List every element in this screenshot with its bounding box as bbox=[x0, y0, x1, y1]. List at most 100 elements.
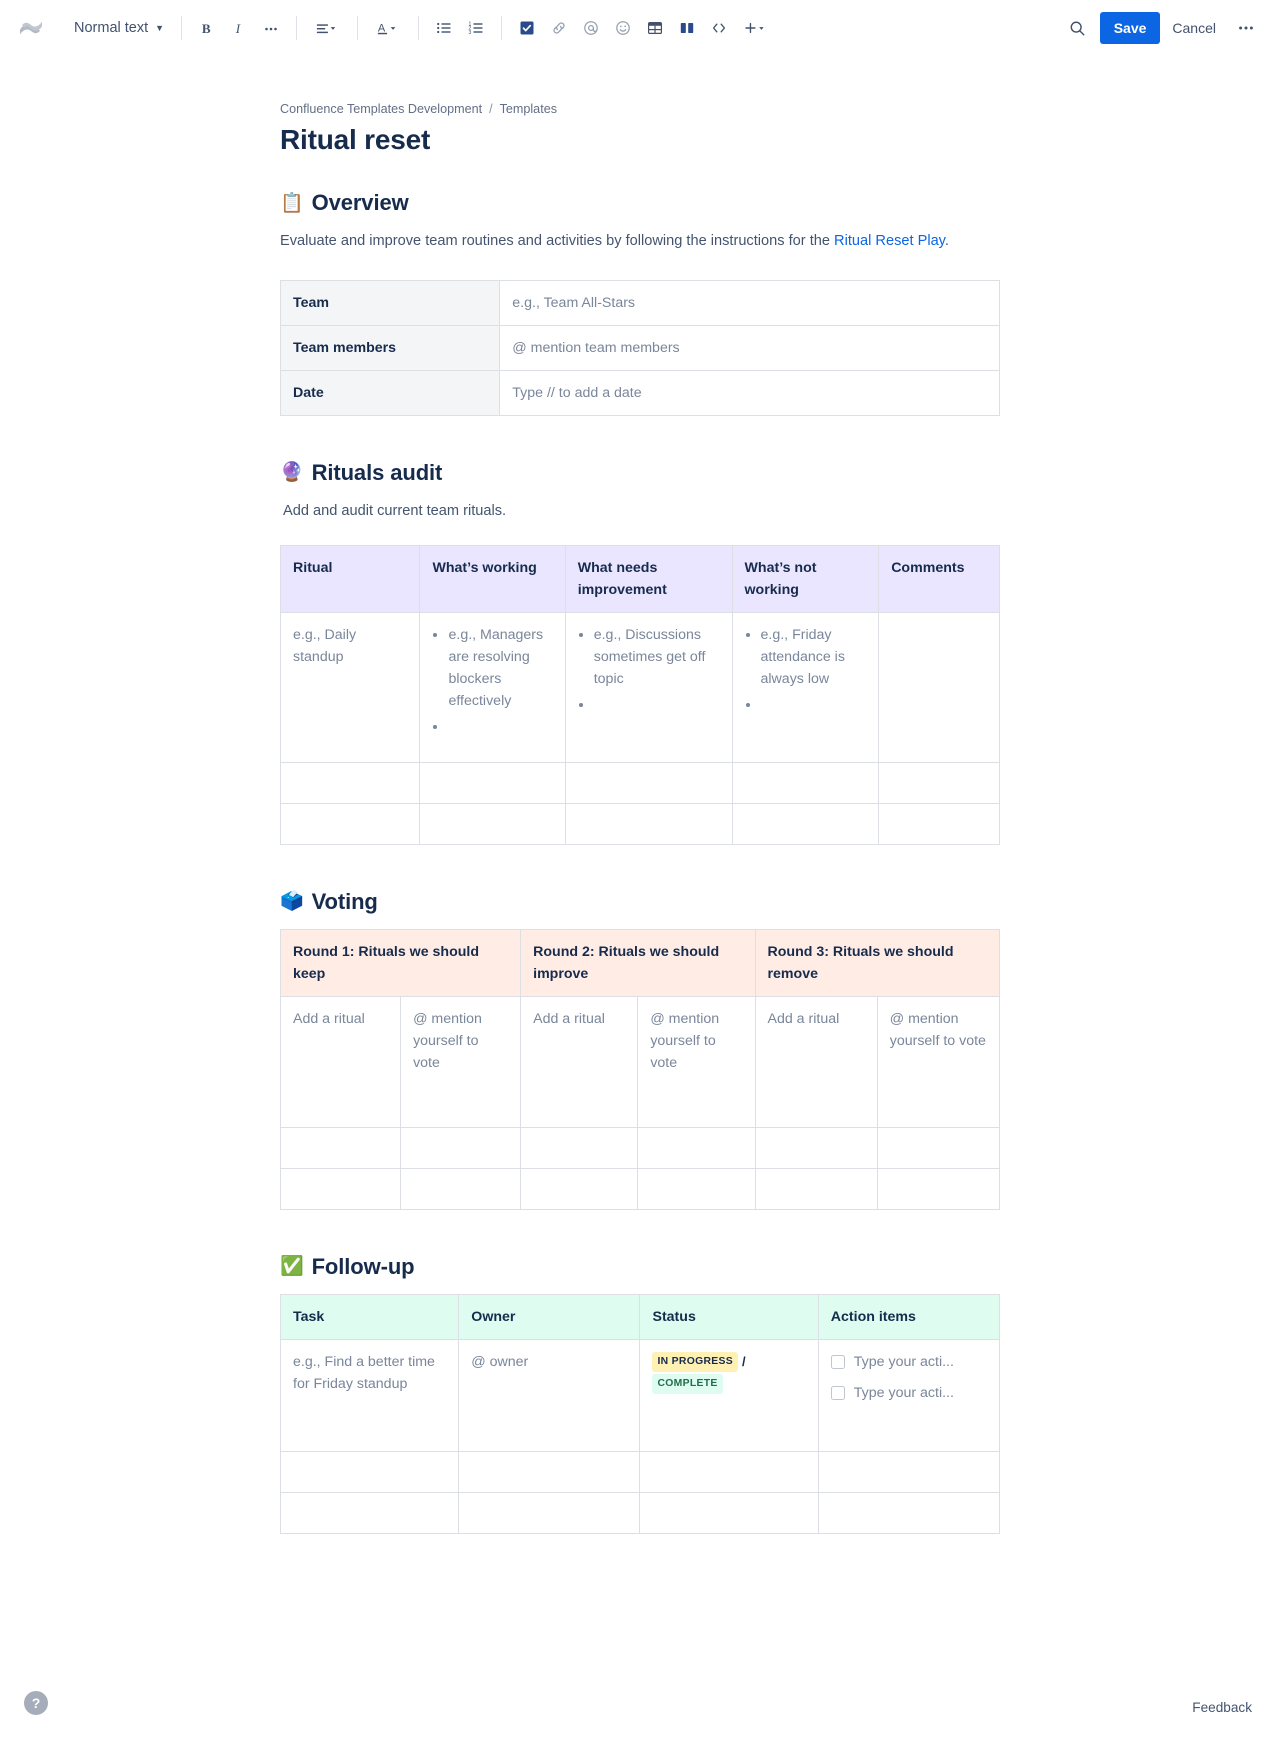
audit-cell-empty[interactable] bbox=[279, 761, 421, 804]
audit-cell-not-working[interactable]: e.g., Friday attendance is always low bbox=[731, 611, 880, 763]
audit-cell-needs-improvement[interactable]: e.g., Discussions sometimes get off topi… bbox=[564, 611, 733, 763]
numbered-list-button[interactable]: 1 2 3 bbox=[460, 12, 492, 44]
mention-button[interactable] bbox=[575, 12, 607, 44]
checkbox-icon[interactable] bbox=[830, 1354, 845, 1369]
list-item[interactable]: e.g., Managers are resolving blockers ef… bbox=[448, 624, 552, 712]
ritual-reset-play-link[interactable]: Ritual Reset Play bbox=[834, 233, 945, 249]
follow-up-cell-status[interactable]: IN PROGRESS/ COMPLETE bbox=[639, 1338, 819, 1452]
italic-button[interactable]: I bbox=[223, 12, 255, 44]
code-snippet-button[interactable] bbox=[703, 12, 735, 44]
bulleted-list-button[interactable] bbox=[428, 12, 460, 44]
follow-up-cell-empty[interactable] bbox=[458, 1491, 641, 1534]
more-formatting-button[interactable] bbox=[255, 12, 287, 44]
layout-columns-button[interactable] bbox=[671, 12, 703, 44]
text-style-label: Normal text bbox=[74, 20, 149, 36]
audit-cell-ritual[interactable]: e.g., Daily standup bbox=[279, 611, 421, 763]
audit-cell-empty[interactable] bbox=[878, 802, 1000, 845]
audit-cell-empty[interactable] bbox=[564, 761, 733, 804]
follow-up-cell-empty[interactable] bbox=[279, 1491, 460, 1534]
voting-cell-vote-3[interactable]: @ mention yourself to vote bbox=[876, 995, 1001, 1128]
voting-cell-empty[interactable] bbox=[876, 1126, 1001, 1169]
voting-cell-empty[interactable] bbox=[754, 1126, 878, 1169]
emoji-button[interactable] bbox=[607, 12, 639, 44]
follow-up-cell-action-items[interactable]: Type your acti... Type your acti... bbox=[817, 1338, 1001, 1452]
follow-up-cell-empty[interactable] bbox=[639, 1491, 819, 1534]
page-title[interactable]: Ritual reset bbox=[280, 124, 1000, 156]
voting-cell-ritual-2[interactable]: Add a ritual bbox=[520, 995, 639, 1128]
list-item[interactable]: e.g., Friday attendance is always low bbox=[761, 624, 867, 690]
feedback-link[interactable]: Feedback bbox=[1192, 1700, 1252, 1715]
text-style-dropdown[interactable]: Normal text ▼ bbox=[66, 14, 172, 42]
voting-cell-vote-1[interactable]: @ mention yourself to vote bbox=[400, 995, 522, 1128]
voting-cell-empty[interactable] bbox=[520, 1167, 639, 1210]
voting-header-round-2: Round 2: Rituals we should improve bbox=[520, 928, 756, 997]
svg-text:3: 3 bbox=[469, 30, 472, 36]
bold-button[interactable]: B bbox=[191, 12, 223, 44]
voting-header-round-3: Round 3: Rituals we should remove bbox=[754, 928, 1000, 997]
follow-up-cell-empty[interactable] bbox=[817, 1450, 1001, 1493]
editor-page: Confluence Templates Development / Templ… bbox=[0, 56, 1280, 1534]
text-color-button[interactable]: A bbox=[367, 12, 409, 44]
task-list-button[interactable] bbox=[511, 12, 543, 44]
list-item[interactable] bbox=[594, 694, 720, 716]
voting-cell-ritual-1[interactable]: Add a ritual bbox=[279, 995, 402, 1128]
overview-value-date[interactable]: Type // to add a date bbox=[499, 369, 1000, 416]
overview-label-date: Date bbox=[279, 369, 501, 416]
audit-cell-comments[interactable] bbox=[878, 611, 1000, 763]
voting-cell-empty[interactable] bbox=[400, 1126, 522, 1169]
table-row bbox=[279, 1491, 1001, 1534]
audit-cell-empty[interactable] bbox=[731, 761, 880, 804]
follow-up-cell-owner[interactable]: @ owner bbox=[458, 1338, 641, 1452]
voting-cell-empty[interactable] bbox=[279, 1167, 402, 1210]
audit-cell-empty[interactable] bbox=[279, 802, 421, 845]
confluence-logo-icon[interactable] bbox=[14, 11, 48, 45]
status-badge-complete[interactable]: COMPLETE bbox=[652, 1374, 723, 1395]
ballot-box-icon: 🗳️ bbox=[280, 891, 304, 913]
breadcrumb-parent-link[interactable]: Templates bbox=[500, 102, 557, 116]
voting-cell-empty[interactable] bbox=[754, 1167, 878, 1210]
audit-cell-empty[interactable] bbox=[564, 802, 733, 845]
follow-up-cell-empty[interactable] bbox=[458, 1450, 641, 1493]
voting-cell-empty[interactable] bbox=[876, 1167, 1001, 1210]
checkbox-icon[interactable] bbox=[830, 1385, 845, 1400]
list-item[interactable] bbox=[761, 694, 867, 716]
follow-up-cell-empty[interactable] bbox=[279, 1450, 460, 1493]
list-item[interactable] bbox=[448, 716, 552, 738]
voting-cell-empty[interactable] bbox=[400, 1167, 522, 1210]
list-item[interactable]: e.g., Discussions sometimes get off topi… bbox=[594, 624, 720, 690]
follow-up-cell-empty[interactable] bbox=[639, 1450, 819, 1493]
help-button[interactable]: ? bbox=[24, 1691, 48, 1715]
audit-header-ritual: Ritual bbox=[279, 544, 421, 613]
audit-cell-empty[interactable] bbox=[878, 761, 1000, 804]
audit-header-needs-improvement: What needs improvement bbox=[564, 544, 733, 613]
audit-cell-empty[interactable] bbox=[419, 802, 566, 845]
table-row bbox=[279, 1126, 1001, 1169]
save-button[interactable]: Save bbox=[1099, 12, 1161, 44]
editor-overflow-menu-button[interactable] bbox=[1230, 12, 1262, 44]
voting-cell-empty[interactable] bbox=[520, 1126, 639, 1169]
audit-cell-empty[interactable] bbox=[731, 802, 880, 845]
voting-cell-empty[interactable] bbox=[637, 1167, 756, 1210]
overview-paragraph-before: Evaluate and improve team routines and a… bbox=[280, 233, 835, 249]
status-badge-in-progress[interactable]: IN PROGRESS bbox=[652, 1352, 738, 1373]
search-icon[interactable] bbox=[1062, 12, 1094, 44]
audit-cell-empty[interactable] bbox=[419, 761, 566, 804]
overview-value-team-members[interactable]: @ mention team members bbox=[499, 324, 1000, 371]
link-button[interactable] bbox=[543, 12, 575, 44]
voting-cell-vote-2[interactable]: @ mention yourself to vote bbox=[637, 995, 756, 1128]
follow-up-cell-task[interactable]: e.g., Find a better time for Friday stan… bbox=[279, 1338, 460, 1452]
overview-value-team[interactable]: e.g., Team All-Stars bbox=[499, 279, 1000, 326]
audit-cell-whats-working[interactable]: e.g., Managers are resolving blockers ef… bbox=[419, 611, 566, 763]
table-button[interactable] bbox=[639, 12, 671, 44]
breadcrumb-space-link[interactable]: Confluence Templates Development bbox=[280, 102, 482, 116]
action-item-text[interactable]: Type your acti... bbox=[854, 1351, 954, 1373]
action-item-text[interactable]: Type your acti... bbox=[854, 1382, 954, 1404]
voting-cell-empty[interactable] bbox=[637, 1126, 756, 1169]
voting-cell-ritual-3[interactable]: Add a ritual bbox=[754, 995, 878, 1128]
insert-more-button[interactable] bbox=[735, 12, 777, 44]
overview-label-team-members: Team members bbox=[279, 324, 501, 371]
text-alignment-button[interactable] bbox=[306, 12, 348, 44]
cancel-button[interactable]: Cancel bbox=[1160, 12, 1228, 44]
voting-cell-empty[interactable] bbox=[279, 1126, 402, 1169]
follow-up-cell-empty[interactable] bbox=[817, 1491, 1001, 1534]
